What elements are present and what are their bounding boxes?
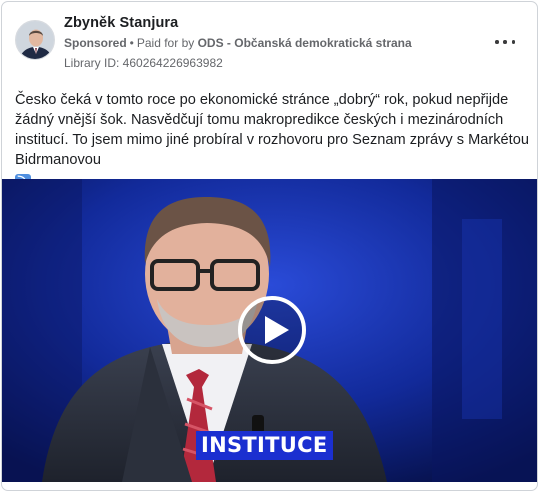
more-options-icon[interactable] — [495, 34, 515, 50]
payer-link[interactable]: ODS - Občanská demokratická strana — [198, 36, 412, 50]
author-name[interactable]: Zbyněk Stanjura — [64, 15, 178, 31]
paid-for-label: Paid for by — [136, 36, 195, 50]
avatar[interactable] — [15, 20, 55, 60]
post-text: Česko čeká v tomto roce po ekonomické st… — [15, 90, 530, 191]
separator-dot: • — [129, 36, 134, 50]
ad-card: Zbyněk Stanjura Sponsored • Paid for by OD… — [1, 1, 538, 491]
post-header: Zbyněk Stanjura Sponsored • Paid for by OD… — [2, 2, 537, 82]
sponsored-label: Sponsored — [64, 36, 127, 50]
video-caption: INSTITUCE — [196, 431, 333, 460]
sponsor-line: Sponsored • Paid for by ODS - Občanská dem… — [64, 36, 412, 50]
library-id: Library ID: 460264226963982 — [64, 56, 223, 70]
video-player[interactable]: INSTITUCE — [2, 179, 537, 482]
play-icon[interactable] — [238, 296, 306, 364]
post-body: Česko čeká v tomto roce po ekonomické st… — [15, 92, 529, 168]
